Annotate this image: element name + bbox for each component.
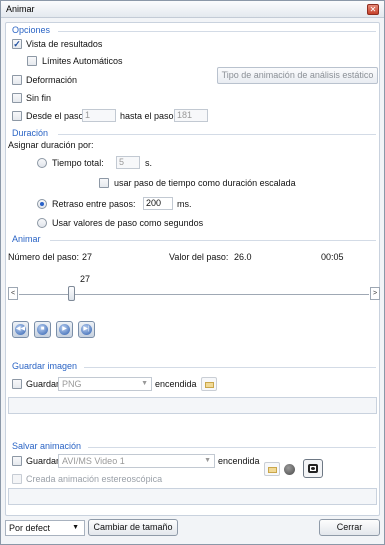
resize-button[interactable]: Cambiar de tamaño [88,519,178,536]
numero-paso-label: Número del paso: [8,252,80,262]
stop-button[interactable]: ■ [34,321,51,338]
image-path-field[interactable] [8,397,377,414]
hasta-paso-label: hasta el paso [120,111,174,121]
divider [58,134,376,135]
camera-icon [308,464,318,473]
section-title-salvar-animacion: Salvar animación [12,441,82,451]
image-folder-button[interactable] [201,377,217,391]
sin-fin-checkbox[interactable] [12,93,22,103]
animation-path-field[interactable] [8,488,377,505]
vista-resultados-label: Vista de resultados [26,39,103,49]
section-title-guardar-imagen: Guardar imagen [12,361,78,371]
image-format-select[interactable]: PNG ▼ [58,377,152,391]
tiempo-total-input[interactable]: 5 [116,156,140,169]
tipo-animacion-button[interactable]: Tipo de animación de análisis estático [217,67,378,84]
divider [88,447,376,448]
divider [50,240,376,241]
usar-valores-label: Usar valores de paso como segundos [52,218,204,228]
asignar-duracion-label: Asignar duración por: [8,140,94,150]
rewind-button[interactable]: ◀◀ [12,321,29,338]
chevron-down-icon: ▼ [141,380,148,387]
step-forward-button[interactable]: ▶| [78,321,95,338]
deformacion-checkbox[interactable] [12,75,22,85]
slider-left-button[interactable]: < [8,287,18,300]
usar-paso-tiempo-checkbox[interactable] [99,178,109,188]
preset-value: Por defect [9,523,51,533]
play-button[interactable]: ▶ [56,321,73,338]
section-title-duracion: Duración [12,128,49,138]
desde-paso-input[interactable]: 1 [82,109,116,122]
guardar-imagen-label: Guardar [26,379,60,389]
stereo-animation-checkbox[interactable] [12,474,22,484]
retraso-unit: ms. [177,199,192,209]
numero-paso-value: 27 [82,252,93,262]
elapsed-time: 00:05 [321,252,344,262]
folder-icon [205,382,214,388]
guardar-animacion-encendida-label: encendida [218,456,260,466]
preset-select[interactable]: Por defect ▼ [5,520,85,536]
chevron-down-icon: ▼ [204,457,211,464]
folder-icon [268,467,277,473]
tiempo-total-radio[interactable] [37,158,47,168]
guardar-animacion-label: Guardar [26,456,60,466]
retraso-label: Retraso entre pasos: [52,199,136,209]
slider-value-label: 27 [80,274,91,284]
stereo-animation-label: Creada animación estereoscópica [26,474,163,484]
valor-paso-label: Valor del paso: [169,252,229,262]
close-button[interactable]: Cerrar [319,519,380,536]
record-icon[interactable] [284,464,295,475]
image-format-value: PNG [62,379,82,389]
divider [84,367,376,368]
animar-dialog: Animar ✕ Opciones ✓ Vista de resultados … [0,0,385,545]
usar-paso-tiempo-label: usar paso de tiempo como duración escala… [114,178,296,188]
guardar-animacion-checkbox[interactable] [12,456,22,466]
hasta-paso-input[interactable]: 181 [174,109,208,122]
retraso-radio[interactable] [37,199,47,209]
vista-resultados-checkbox[interactable]: ✓ [12,39,22,49]
divider [58,31,376,32]
animation-format-select[interactable]: AVI/MS Video 1 ▼ [58,454,215,468]
sin-fin-label: Sin fin [26,93,52,103]
limites-automaticos-checkbox[interactable] [27,56,37,66]
close-icon[interactable]: ✕ [367,4,379,15]
animation-format-value: AVI/MS Video 1 [62,456,125,466]
desde-paso-checkbox[interactable] [12,111,22,121]
window-title: Animar [6,4,35,14]
capture-button[interactable] [303,459,323,478]
slider-right-button[interactable]: > [370,287,380,300]
dialog-content: Opciones ✓ Vista de resultados Límites A… [5,22,380,516]
title-bar[interactable]: Animar ✕ [1,1,384,18]
section-title-animar: Animar [12,234,41,244]
animation-folder-button[interactable] [264,462,280,476]
desde-paso-label: Desde el paso [26,111,84,121]
guardar-imagen-checkbox[interactable] [12,379,22,389]
tiempo-total-unit: s. [145,158,153,168]
step-slider-thumb[interactable] [68,286,75,301]
deformacion-label: Deformación [26,75,78,85]
chevron-down-icon: ▼ [72,524,79,531]
usar-valores-radio[interactable] [37,218,47,228]
valor-paso-value: 26.0 [234,252,252,262]
limites-automaticos-label: Límites Automáticos [42,56,123,66]
section-title-opciones: Opciones [12,25,51,35]
guardar-imagen-encendida-label: encendida [155,379,197,389]
tiempo-total-label: Tiempo total: [52,158,104,168]
retraso-input[interactable]: 200 [143,197,173,210]
